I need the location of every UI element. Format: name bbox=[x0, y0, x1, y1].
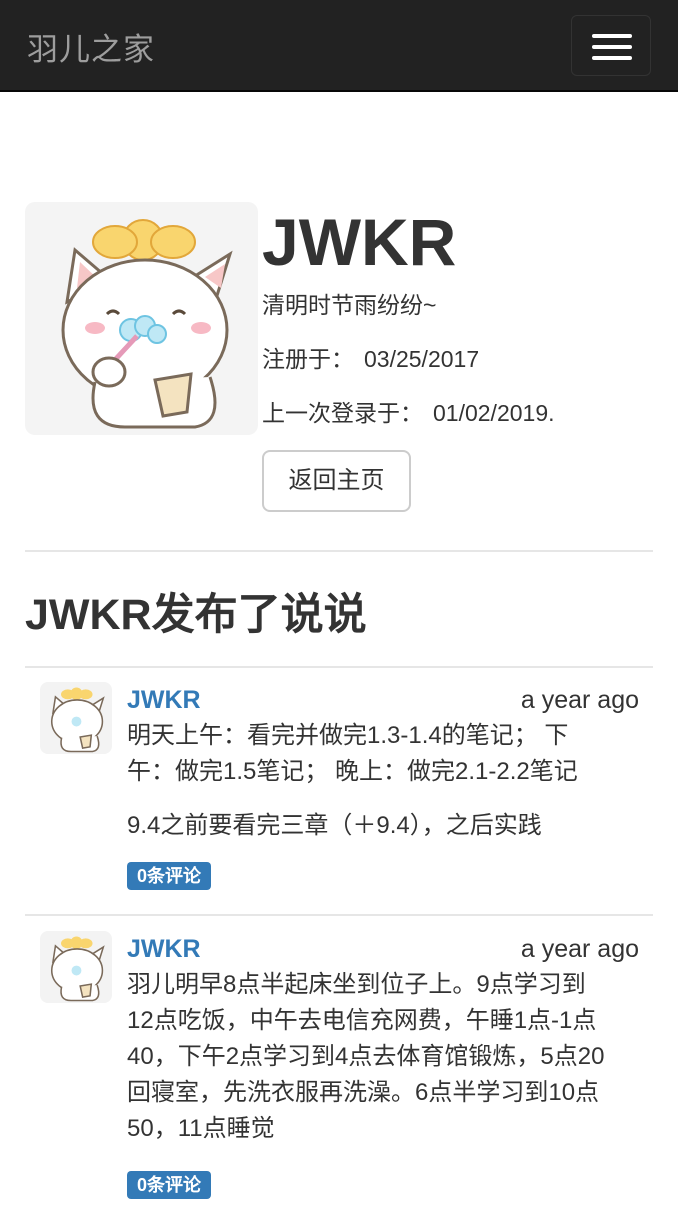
profile-avatar bbox=[25, 202, 258, 435]
post-avatar[interactable] bbox=[40, 931, 112, 1003]
post-line: 40，下午2点学习到4点去体育馆锻炼，5点20 bbox=[127, 1043, 605, 1070]
navbar-toggle-button[interactable] bbox=[571, 15, 651, 76]
post-line: 50，11点睡觉 bbox=[127, 1115, 275, 1142]
post-body: JWKR a year ago 明天上午：看完并做完1.3-1.4的笔记； 下 … bbox=[127, 682, 639, 890]
post-avatar[interactable] bbox=[40, 682, 112, 754]
post-line: 羽儿明早8点半起床坐到位子上。9点学习到 bbox=[127, 971, 586, 998]
profile-bio: 清明时节雨纷纷~ bbox=[262, 292, 437, 318]
post-body: JWKR a year ago 羽儿明早8点半起床坐到位子上。9点学习到 12点… bbox=[127, 931, 639, 1199]
post-timestamp: a year ago bbox=[520, 686, 639, 714]
last-login-date: 01/02/2019. bbox=[433, 400, 555, 426]
brand-link[interactable]: 羽儿之家 bbox=[27, 24, 155, 69]
post-line: 明天上午：看完并做完1.3-1.4的笔记； 下 bbox=[127, 722, 569, 749]
post-line: 午：做完1.5笔记； 晚上：做完2.1-2.2笔记 bbox=[127, 758, 578, 785]
last-login-label: 上一次登录于： bbox=[262, 400, 423, 426]
posts-section-title: JWKR发布了说说 bbox=[25, 591, 367, 639]
post-line: 9.4之前要看完三章（＋9.4），之后实践 bbox=[127, 812, 542, 839]
registered-date-row: 注册于： 03/25/2017 bbox=[262, 344, 555, 374]
post-timestamp: a year ago bbox=[520, 935, 639, 963]
divider bbox=[25, 550, 653, 552]
registered-date: 03/25/2017 bbox=[364, 346, 480, 372]
post-line: 12点吃饭，中午去电信充网费，午睡1点-1点 bbox=[127, 1007, 597, 1034]
divider bbox=[25, 914, 653, 916]
divider bbox=[25, 666, 653, 668]
registered-label: 注册于： bbox=[262, 346, 354, 372]
profile-username: JWKR bbox=[262, 205, 457, 279]
back-to-home-button[interactable]: 返回主页 bbox=[262, 450, 411, 512]
post-line: 回寝室，先洗衣服再洗澡。6点半学习到10点 bbox=[127, 1079, 600, 1106]
comment-count-badge[interactable]: 0条评论 bbox=[127, 862, 212, 890]
comment-count-badge[interactable]: 0条评论 bbox=[127, 1171, 212, 1199]
navbar: 羽儿之家 bbox=[0, 0, 678, 92]
profile-info: JWKR 清明时节雨纷纷~ 注册于： 03/25/2017 上一次登录于： 01/0… bbox=[262, 202, 555, 512]
last-login-row: 上一次登录于： 01/02/2019. bbox=[262, 398, 555, 428]
